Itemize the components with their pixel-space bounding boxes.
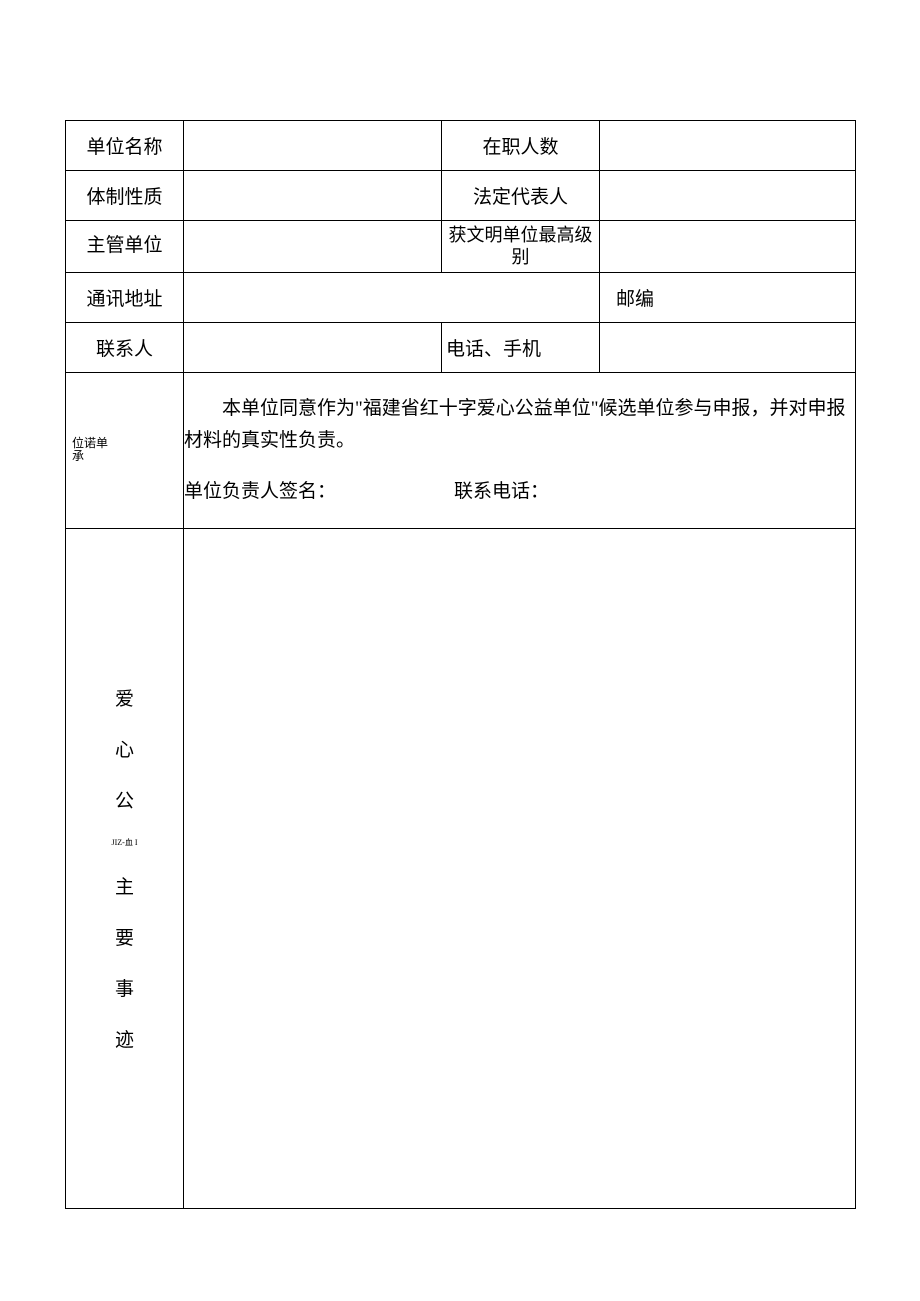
commitment-text: 本单位同意作为"福建省红十字爱心公益单位"候选单位参与申报，并对申报材料的真实性…: [184, 393, 847, 458]
table-row: 爱 心 公 JIZ-血 I 主 要 事 迹: [66, 528, 856, 1208]
signature-line: 单位负责人签名： 联系电话：: [184, 476, 847, 508]
table-row: 位诺单 承 本单位同意作为"福建省红十字爱心公益单位"候选单位参与申报，并对申报…: [66, 373, 856, 529]
label-legal-rep: 法定代表人: [442, 171, 600, 221]
input-address[interactable]: [184, 273, 600, 323]
input-civilization-level[interactable]: [600, 221, 856, 273]
table-row: 通讯地址 邮编: [66, 273, 856, 323]
commitment-content: 本单位同意作为"福建省红十字爱心公益单位"候选单位参与申报，并对申报材料的真实性…: [184, 373, 856, 529]
label-contact: 联系人: [66, 323, 184, 373]
table-row: 主管单位 获文明单位最高级别: [66, 221, 856, 273]
label-civilization-level: 获文明单位最高级别: [442, 221, 600, 273]
contact-phone-label: 联系电话：: [454, 476, 549, 508]
table-row: 联系人 电话、手机: [66, 323, 856, 373]
input-legal-rep[interactable]: [600, 171, 856, 221]
table-row: 单位名称 在职人数: [66, 121, 856, 171]
input-system-nature[interactable]: [184, 171, 442, 221]
label-phone: 电话、手机: [442, 323, 600, 373]
label-commitment: 位诺单 承: [66, 373, 184, 529]
table-row: 体制性质 法定代表人: [66, 171, 856, 221]
label-supervisor: 主管单位: [66, 221, 184, 273]
input-employee-count[interactable]: [600, 121, 856, 171]
signature-label: 单位负责人签名：: [184, 476, 454, 508]
label-deeds: 爱 心 公 JIZ-血 I 主 要 事 迹: [66, 528, 184, 1208]
input-deeds[interactable]: [184, 528, 856, 1208]
input-phone[interactable]: [600, 323, 856, 373]
label-postal-code: 邮编: [600, 273, 856, 323]
input-unit-name[interactable]: [184, 121, 442, 171]
label-address: 通讯地址: [66, 273, 184, 323]
input-supervisor[interactable]: [184, 221, 442, 273]
label-unit-name: 单位名称: [66, 121, 184, 171]
application-form-table: 单位名称 在职人数 体制性质 法定代表人 主管单位 获文明单位最高级别 通讯地址…: [65, 120, 856, 1209]
label-system-nature: 体制性质: [66, 171, 184, 221]
label-employee-count: 在职人数: [442, 121, 600, 171]
input-contact[interactable]: [184, 323, 442, 373]
